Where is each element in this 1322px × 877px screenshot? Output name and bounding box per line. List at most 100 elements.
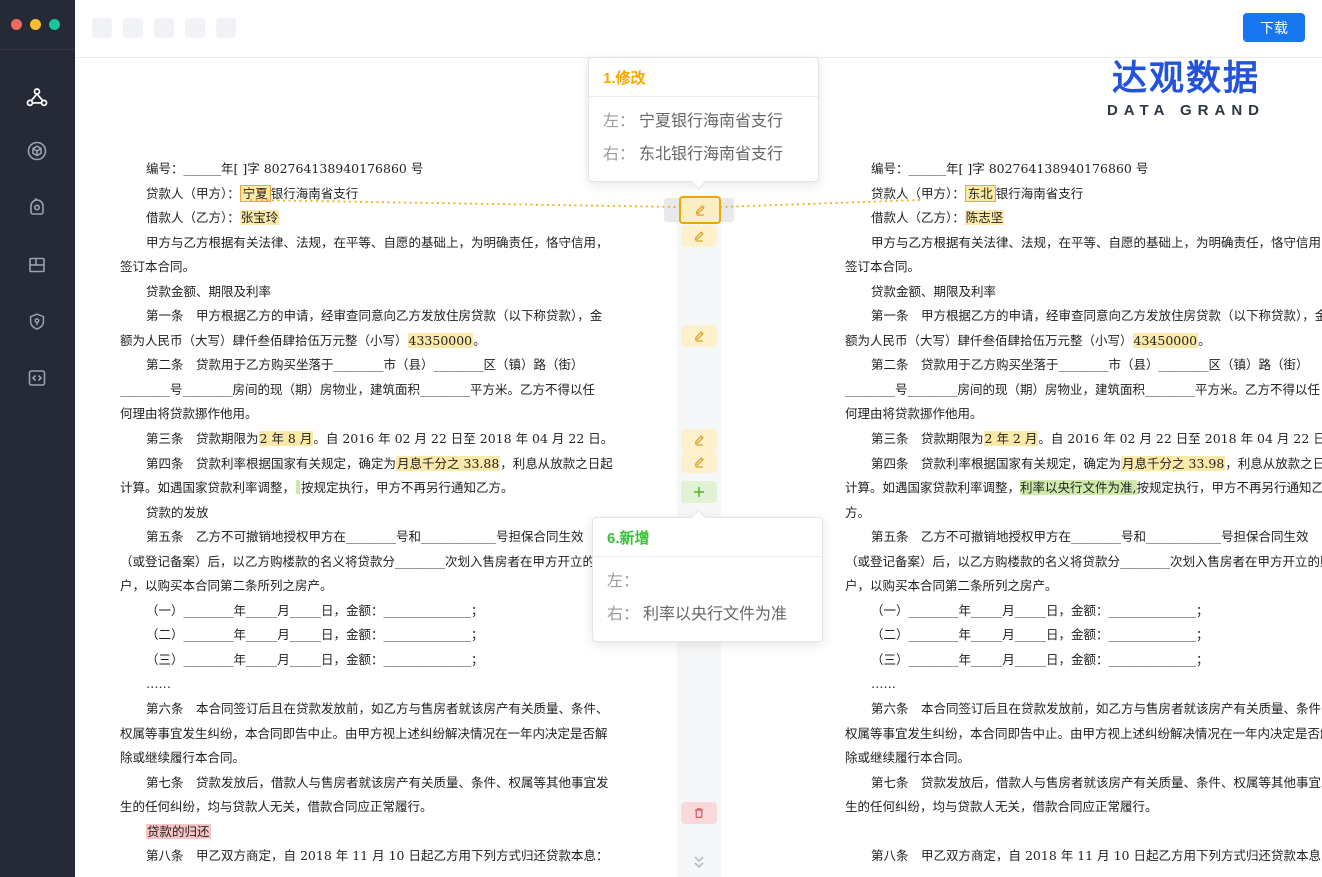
popup-left-row: 左：宁夏银行海南省支行 [603, 105, 804, 138]
traffic-lights [11, 19, 60, 30]
sidebar [0, 0, 75, 877]
diff-highlight-green: 利率以央行文件为准, [1020, 480, 1136, 495]
diff-popup-modify: 1.修改 左：宁夏银行海南省支行 右：东北银行海南省支行 [588, 57, 819, 182]
doc-line: 贷款人（甲方）：东北银行海南省支行 [845, 182, 1285, 207]
doc-line: 第五条 乙方不可撤销地授权甲方在________号和____________号担… [845, 525, 1285, 550]
trash-icon [692, 806, 706, 820]
diff-highlight-yellow: 43450000 [1133, 333, 1199, 348]
doc-line: 计算。如遇国家贷款利率调整，按规定执行，甲方不再另行通知乙方。 [120, 476, 590, 501]
popup-right-row: 右：利率以央行文件为准 [607, 598, 808, 631]
doc-line: 生的任何纠纷，均与贷款人无关，借款合同应正常履行。 [845, 795, 1285, 820]
doc-line: 除或继续履行本合同。 [845, 746, 1285, 771]
doc-line: 贷款的发放 [120, 501, 590, 526]
toolbar-placeholder [216, 18, 236, 38]
doc-line: 除或继续履行本合同。 [120, 746, 590, 771]
zoom-traffic-light[interactable] [49, 19, 60, 30]
doc-line: 借款人（乙方）：陈志坚 [845, 206, 1285, 231]
doc-line: （三）________年_____月_____日，金额：____________… [845, 648, 1285, 673]
sidebar-item-compare[interactable] [23, 84, 51, 112]
shield-key-icon [26, 311, 48, 333]
doc-line: 第三条 贷款期限为2 年 2 月。自 2016 年 02 月 22 日至 201… [845, 427, 1285, 452]
diff-modify-button[interactable] [681, 325, 717, 347]
doc-line: 额为人民币（大写）肆仟叁佰肆拾伍万元整（小写）43450000。 [845, 329, 1285, 354]
doc-line: 编号：______年[ ]字 802764138940176860 号 [120, 157, 590, 182]
doc-line: …… [120, 672, 590, 697]
insert-position-marker [296, 480, 300, 494]
doc-line: （三）________年_____月_____日，金额：____________… [120, 648, 590, 673]
cube-icon [25, 139, 49, 163]
doc-line: 何理由将贷款挪作他用。 [120, 402, 590, 427]
sidebar-item-security[interactable] [23, 308, 51, 336]
close-traffic-light[interactable] [11, 19, 22, 30]
doc-line: 贷款的归还 [120, 820, 590, 845]
doc-line: 生的任何纠纷，均与贷款人无关，借款合同应正常履行。 [120, 795, 590, 820]
robot-icon [25, 196, 49, 220]
diff-modify-button[interactable] [681, 225, 717, 247]
doc-line: 权属等事宜发生纠纷，本合同即告中止。由甲方视上述纠纷解决情况在一年内决定是否解 [120, 722, 590, 747]
diff-highlight-yellow: 2 年 2 月 [984, 431, 1039, 446]
doc-line: 签订本合同。 [845, 255, 1285, 280]
doc-line: 编号：______年[ ]字 802764138940176860 号 [845, 157, 1285, 182]
sidebar-item-code[interactable] [23, 364, 51, 392]
doc-line: 第八条 甲乙双方商定，自 2018 年 11 月 10 日起乙方用下列方式归还贷… [120, 844, 590, 869]
popup-body: 左： 右：利率以央行文件为准 [593, 557, 822, 641]
popup-right-value: 利率以央行文件为准 [643, 606, 787, 623]
doc-line: 计算。如遇国家贷款利率调整，利率以央行文件为准,按规定执行，甲方不再另行通知乙 [845, 476, 1285, 501]
doc-line: （一）________年_____月_____日，金额：____________… [845, 599, 1285, 624]
popup-body: 左：宁夏银行海南省支行 右：东北银行海南省支行 [589, 97, 818, 181]
minimize-traffic-light[interactable] [30, 19, 41, 30]
doc-line: 第一条 甲方根据乙方的申请，经审查同意向乙方发放住房贷款（以下称贷款），金 [120, 304, 590, 329]
sidebar-item-document[interactable] [23, 251, 51, 279]
scroll-more-diffs-button[interactable] [690, 855, 708, 871]
brand-logo-cn: 达观数据 [1098, 60, 1274, 98]
doc-line: 方。 [845, 501, 1285, 526]
doc-line: 签订本合同。 [120, 255, 590, 280]
doc-line: （或登记备案）后，以乙方购楼款的名义将贷款分________次划入售房者在甲方开… [120, 550, 590, 575]
diff-modify-button[interactable] [681, 429, 717, 451]
doc-line: 第四条 贷款利率根据国家有关规定，确定为月息千分之 33.88，利息从放款之日起 [120, 452, 590, 477]
doc-line: 贷款人（甲方）：宁夏银行海南省支行 [120, 182, 590, 207]
doc-line: 第四条 贷款利率根据国家有关规定，确定为月息千分之 33.98，利息从放款之日起 [845, 452, 1285, 477]
doc-line: 第六条 本合同签订后且在贷款发放前，如乙方与售房者就该房产有关质量、条件、 [120, 697, 590, 722]
top-toolbar: 下载 [75, 0, 1322, 58]
popup-right-label: 右： [607, 606, 639, 623]
sidebar-item-extract[interactable] [23, 137, 51, 165]
diff-highlight-yellow: 月息千分之 33.98 [1121, 456, 1225, 471]
doc-line: 户，以购买本合同第二条所列之房产。 [845, 574, 1285, 599]
doc-line: 何理由将贷款挪作他用。 [845, 402, 1285, 427]
diff-highlight-yellow: 43350000 [408, 333, 474, 348]
popup-right-row: 右：东北银行海南省支行 [603, 138, 804, 171]
popup-title: 6.新增 [593, 518, 822, 557]
toolbar-placeholder [123, 18, 143, 38]
doc-line: 第二条 贷款用于乙方购买坐落于________市（县）________区（镇）路… [120, 353, 590, 378]
doc-line: 第七条 贷款发放后，借款人与售房者就该房产有关质量、条件、权属等其他事宜发 [120, 771, 590, 796]
right-document: 编号：______年[ ]字 802764138940176860 号贷款人（甲… [845, 157, 1285, 869]
window-titlebar [0, 0, 75, 50]
popup-right-value: 东北银行海南省支行 [639, 146, 783, 163]
diff-highlight-yellow: 月息千分之 33.88 [396, 456, 500, 471]
download-button[interactable]: 下载 [1243, 13, 1305, 42]
diff-delete-button[interactable] [681, 802, 717, 824]
doc-line: 第八条 甲乙双方商定，自 2018 年 11 月 10 日起乙方用下列方式归还贷… [845, 844, 1285, 869]
network-graph-icon [24, 85, 50, 111]
diff-modify-button[interactable] [681, 451, 717, 473]
toolbar-placeholder [185, 18, 205, 38]
diff-highlight-yellow-box: 宁夏 [240, 185, 271, 202]
doc-line: 第五条 乙方不可撤销地授权甲方在________号和____________号担… [120, 525, 590, 550]
plus-icon [692, 485, 706, 499]
toolbar-placeholder [154, 18, 174, 38]
diff-insert-button[interactable] [681, 481, 717, 503]
doc-line: ________号________房间的现（期）房物业，建筑面积________… [845, 378, 1285, 403]
popup-right-label: 右： [603, 146, 635, 163]
popup-left-value: 宁夏银行海南省支行 [639, 113, 783, 130]
brand-logo: 达观数据 DATA GRAND [1098, 60, 1274, 119]
document-layout-icon [25, 253, 49, 277]
diff-modify-button-active[interactable] [679, 196, 721, 224]
popup-left-label: 左： [603, 113, 635, 130]
doc-line: 第六条 本合同签订后且在贷款发放前，如乙方与售房者就该房产有关质量、条件、 [845, 697, 1285, 722]
diff-highlight-yellow-box: 东北 [965, 185, 996, 202]
sidebar-item-robot[interactable] [23, 194, 51, 222]
doc-line: 甲方与乙方根据有关法律、法规，在平等、自愿的基础上，为明确责任，恪守信用， [120, 231, 590, 256]
doc-line: …… [845, 672, 1285, 697]
toolbar-placeholder [92, 18, 112, 38]
